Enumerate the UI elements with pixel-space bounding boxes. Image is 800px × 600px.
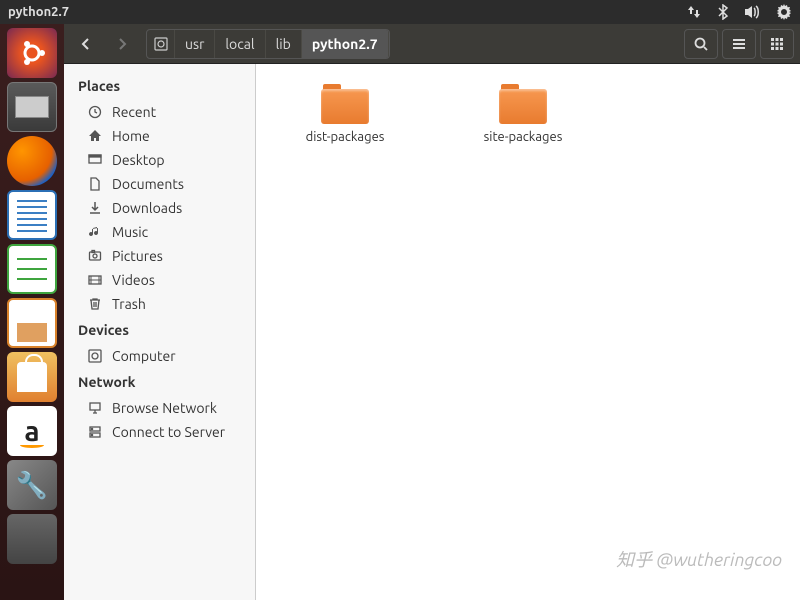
settings-gear-icon[interactable] <box>776 4 792 20</box>
path-seg-usr[interactable]: usr <box>175 30 215 58</box>
folder-icon <box>321 84 369 124</box>
downloads-icon <box>88 201 104 215</box>
launcher-settings[interactable]: 🔧 <box>7 460 57 510</box>
sidebar-item-label: Browse Network <box>112 400 217 416</box>
launcher-impress[interactable] <box>7 298 57 348</box>
sidebar-item-music[interactable]: Music <box>64 220 255 244</box>
sidebar-item-videos[interactable]: Videos <box>64 268 255 292</box>
launcher-writer[interactable] <box>7 190 57 240</box>
sidebar-item-label: Computer <box>112 348 176 364</box>
search-button[interactable] <box>684 29 718 59</box>
sidebar-item-trash[interactable]: Trash <box>64 292 255 316</box>
folder-label: dist-packages <box>306 130 385 144</box>
music-icon <box>88 225 104 239</box>
path-seg-python27[interactable]: python2.7 <box>302 30 389 58</box>
videos-icon <box>88 273 104 287</box>
sidebar-item-pictures[interactable]: Pictures <box>64 244 255 268</box>
launcher-files[interactable] <box>7 82 57 132</box>
grid-view-button[interactable] <box>760 29 794 59</box>
launcher-dash[interactable] <box>7 28 57 78</box>
sidebar-item-recent[interactable]: Recent <box>64 100 255 124</box>
network-icon <box>88 401 104 415</box>
forward-button[interactable] <box>106 29 138 59</box>
folder-icon <box>499 84 547 124</box>
sidebar-item-label: Home <box>112 128 150 144</box>
folder-label: site-packages <box>484 130 563 144</box>
sidebar-item-label: Videos <box>112 272 155 288</box>
file-manager-toolbar: usr local lib python2.7 <box>64 24 800 64</box>
system-tray <box>686 4 792 20</box>
sidebar-item-label: Pictures <box>112 248 163 264</box>
path-seg-local[interactable]: local <box>215 30 265 58</box>
desktop-icon <box>88 153 104 167</box>
folder-site-packages[interactable]: site-packages <box>458 80 588 148</box>
trash-icon <box>88 297 104 311</box>
disk-icon[interactable] <box>147 30 175 58</box>
sidebar-item-connect-server[interactable]: Connect to Server <box>64 420 255 444</box>
sidebar-item-label: Trash <box>112 296 146 312</box>
sidebar-item-browse-network[interactable]: Browse Network <box>64 396 255 420</box>
sidebar-item-label: Recent <box>112 104 156 120</box>
path-bar: usr local lib python2.7 <box>146 29 390 59</box>
places-header: Places <box>64 72 255 100</box>
sidebar-item-computer[interactable]: Computer <box>64 344 255 368</box>
sidebar-item-label: Desktop <box>112 152 165 168</box>
launcher-software-center[interactable] <box>7 352 57 402</box>
sidebar-item-label: Documents <box>112 176 184 192</box>
watermark-text: 知乎 @wutheringcoo <box>616 546 782 572</box>
documents-icon <box>88 177 104 191</box>
launcher-item-extra[interactable] <box>7 514 57 564</box>
view-menu-button[interactable] <box>722 29 756 59</box>
sound-icon[interactable] <box>744 4 762 20</box>
launcher-calc[interactable] <box>7 244 57 294</box>
launcher-firefox[interactable] <box>7 136 57 186</box>
window-title: python2.7 <box>8 5 686 19</box>
devices-header: Devices <box>64 316 255 344</box>
sidebar-item-downloads[interactable]: Downloads <box>64 196 255 220</box>
sidebar-item-documents[interactable]: Documents <box>64 172 255 196</box>
places-sidebar: Places Recent Home Desktop Documents Dow… <box>64 64 256 600</box>
sidebar-item-label: Downloads <box>112 200 182 216</box>
folder-dist-packages[interactable]: dist-packages <box>280 80 410 148</box>
path-seg-lib[interactable]: lib <box>266 30 302 58</box>
sidebar-item-desktop[interactable]: Desktop <box>64 148 255 172</box>
pictures-icon <box>88 249 104 263</box>
sidebar-item-label: Connect to Server <box>112 424 225 440</box>
sidebar-item-home[interactable]: Home <box>64 124 255 148</box>
unity-launcher: a 🔧 <box>0 24 64 600</box>
back-button[interactable] <box>70 29 102 59</box>
network-header: Network <box>64 368 255 396</box>
clock-icon <box>88 105 104 119</box>
computer-icon <box>88 349 104 363</box>
network-indicator-icon[interactable] <box>686 4 702 20</box>
bluetooth-icon[interactable] <box>716 4 730 20</box>
sidebar-item-label: Music <box>112 224 148 240</box>
folder-view[interactable]: dist-packages site-packages <box>256 64 800 600</box>
top-menubar: python2.7 <box>0 0 800 24</box>
server-icon <box>88 425 104 439</box>
launcher-amazon[interactable]: a <box>7 406 57 456</box>
home-icon <box>88 129 104 143</box>
